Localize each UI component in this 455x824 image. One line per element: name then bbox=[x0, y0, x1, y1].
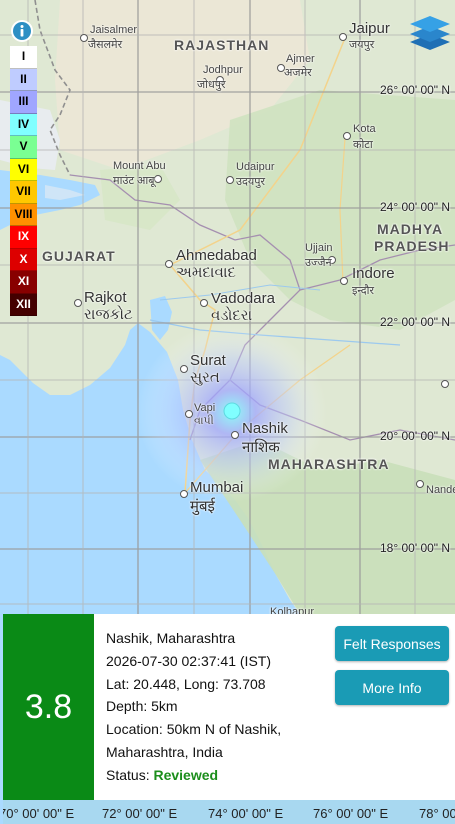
legend-level: VI bbox=[10, 158, 37, 181]
legend-level: VII bbox=[10, 181, 37, 204]
city-label: Mount Abu bbox=[113, 160, 166, 172]
legend-level: X bbox=[10, 248, 37, 271]
legend-level: XI bbox=[10, 271, 37, 294]
city-label: Jodhpur bbox=[203, 64, 243, 76]
city-dot bbox=[339, 33, 347, 41]
info-button[interactable] bbox=[11, 20, 33, 42]
event-coords: Lat: 20.448, Long: 73.708 bbox=[106, 675, 266, 692]
layers-button[interactable] bbox=[405, 8, 455, 56]
city-dot bbox=[180, 490, 188, 498]
latitude-label: 20° 00' 00" N bbox=[380, 429, 451, 443]
city-label-local: जैसलमेर bbox=[88, 39, 123, 51]
city-label: Indore bbox=[352, 265, 395, 282]
city-dot bbox=[80, 34, 88, 42]
legend-level: V bbox=[10, 136, 37, 159]
city-label: Jaipur bbox=[349, 20, 390, 37]
state-label-rajasthan: RAJASTHAN bbox=[174, 37, 270, 53]
city-dot bbox=[200, 299, 208, 307]
state-label-maharashtra: MAHARASHTRA bbox=[268, 456, 390, 472]
legend-level: III bbox=[10, 91, 37, 114]
event-location-line2: Maharashtra, India bbox=[106, 743, 223, 760]
legend-level: VIII bbox=[10, 203, 37, 226]
city-label-local: સુરત bbox=[190, 369, 220, 386]
city-label-local: इन्दौर bbox=[352, 285, 374, 297]
city-dot bbox=[340, 277, 348, 285]
city-label: Ajmer bbox=[286, 53, 315, 65]
city-label-local: मुंबई bbox=[190, 498, 215, 515]
legend-level: IX bbox=[10, 226, 37, 249]
city-dot bbox=[231, 431, 239, 439]
layers-icon bbox=[410, 16, 450, 50]
info-icon bbox=[13, 22, 31, 40]
longitude-label: 70° 00' 00" E bbox=[3, 806, 75, 821]
city-label: Nashik bbox=[242, 420, 288, 437]
latitude-label: 24° 00' 00" N bbox=[380, 200, 451, 214]
city-dot bbox=[441, 380, 449, 388]
city-label: Jaisalmer bbox=[90, 24, 138, 36]
longitude-label: 76° 00' 00" E bbox=[313, 806, 389, 821]
city-label: Vapi bbox=[194, 402, 216, 414]
felt-responses-button[interactable]: Felt Responses bbox=[335, 626, 449, 661]
city-label-local: नाशिक bbox=[242, 439, 280, 456]
city-label-local: कोटा bbox=[353, 139, 373, 151]
city-label-local: उदयपुर bbox=[236, 176, 265, 188]
city-label-local: અમદાવાદ bbox=[176, 264, 236, 281]
latitude-label: 26° 00' 00" N bbox=[380, 83, 451, 97]
city-label-local: जयपुर bbox=[349, 39, 375, 51]
longitude-label: 78° 00' 00" E bbox=[419, 806, 455, 821]
city-label: Ahmedabad bbox=[176, 247, 257, 264]
latitude-label: 18° 00' 00" N bbox=[380, 541, 451, 555]
app-root: RAJASTHAN GUJARAT MADHYA PRADESH MAHARAS… bbox=[0, 0, 455, 824]
city-label: Kota bbox=[353, 123, 376, 135]
city-dot bbox=[154, 175, 162, 183]
event-details: Nashik, Maharashtra 2026-07-30 02:37:41 … bbox=[106, 627, 281, 787]
city-label-local: अजमेर bbox=[284, 67, 312, 79]
city-dot bbox=[416, 480, 424, 488]
city-label-local: उज्जैन bbox=[305, 257, 332, 269]
legend-level: XII bbox=[10, 293, 37, 316]
city-label: Mumbai bbox=[190, 479, 244, 496]
intensity-legend: I II III IV V VI VII VIII IX X XI XII bbox=[10, 46, 37, 316]
city-dot bbox=[343, 132, 351, 140]
magnitude-badge: 3.8 bbox=[3, 614, 94, 800]
legend-level: IV bbox=[10, 113, 37, 136]
city-label-local: વડોદરા bbox=[211, 307, 253, 324]
state-label-pradesh: PRADESH bbox=[374, 238, 450, 254]
city-dot bbox=[185, 410, 193, 418]
event-place: Nashik, Maharashtra bbox=[106, 630, 236, 646]
map-view[interactable]: RAJASTHAN GUJARAT MADHYA PRADESH MAHARAS… bbox=[0, 0, 455, 618]
latitude-label: 22° 00' 00" N bbox=[380, 315, 451, 329]
state-label-gujarat: GUJARAT bbox=[42, 248, 116, 264]
event-status: Status: Reviewed bbox=[106, 764, 281, 787]
city-label-local: રાજકોટ bbox=[84, 306, 133, 323]
city-label: Nande bbox=[426, 484, 455, 496]
city-label: Rajkot bbox=[84, 289, 127, 306]
city-dot bbox=[165, 260, 173, 268]
city-label: Surat bbox=[190, 352, 226, 369]
city-dot bbox=[180, 365, 188, 373]
legend-level: I bbox=[10, 46, 37, 69]
state-label-madhya: MADHYA bbox=[377, 221, 444, 237]
more-info-button[interactable]: More Info bbox=[335, 670, 449, 705]
city-label-local: વાપી bbox=[194, 415, 214, 427]
longitude-label: 72° 00' 00" E bbox=[102, 806, 178, 821]
event-location-line1: Location: 50km N of Nashik, bbox=[106, 721, 282, 738]
city-dot bbox=[74, 299, 82, 307]
event-datetime: 2026-07-30 02:37:41 (IST) bbox=[106, 652, 271, 669]
city-dot bbox=[226, 176, 234, 184]
event-panel: 3.8 Nashik, Maharashtra 2026-07-30 02:37… bbox=[3, 614, 455, 800]
status-label: Status: bbox=[106, 766, 154, 783]
city-label: Ujjain bbox=[305, 242, 333, 254]
legend-level: II bbox=[10, 68, 37, 91]
longitude-scale: 70° 00' 00" E 72° 00' 00" E 74° 00' 00" … bbox=[3, 800, 455, 824]
city-label: Udaipur bbox=[236, 161, 275, 173]
status-value: Reviewed bbox=[153, 766, 219, 783]
city-label: Vadodara bbox=[211, 290, 275, 307]
event-depth: Depth: 5km bbox=[106, 698, 178, 715]
longitude-label: 74° 00' 00" E bbox=[208, 806, 284, 821]
city-label-local: माउंट आबू bbox=[113, 175, 155, 187]
epicenter-marker[interactable] bbox=[223, 402, 241, 420]
city-label-local: जोधपुर bbox=[197, 79, 226, 91]
